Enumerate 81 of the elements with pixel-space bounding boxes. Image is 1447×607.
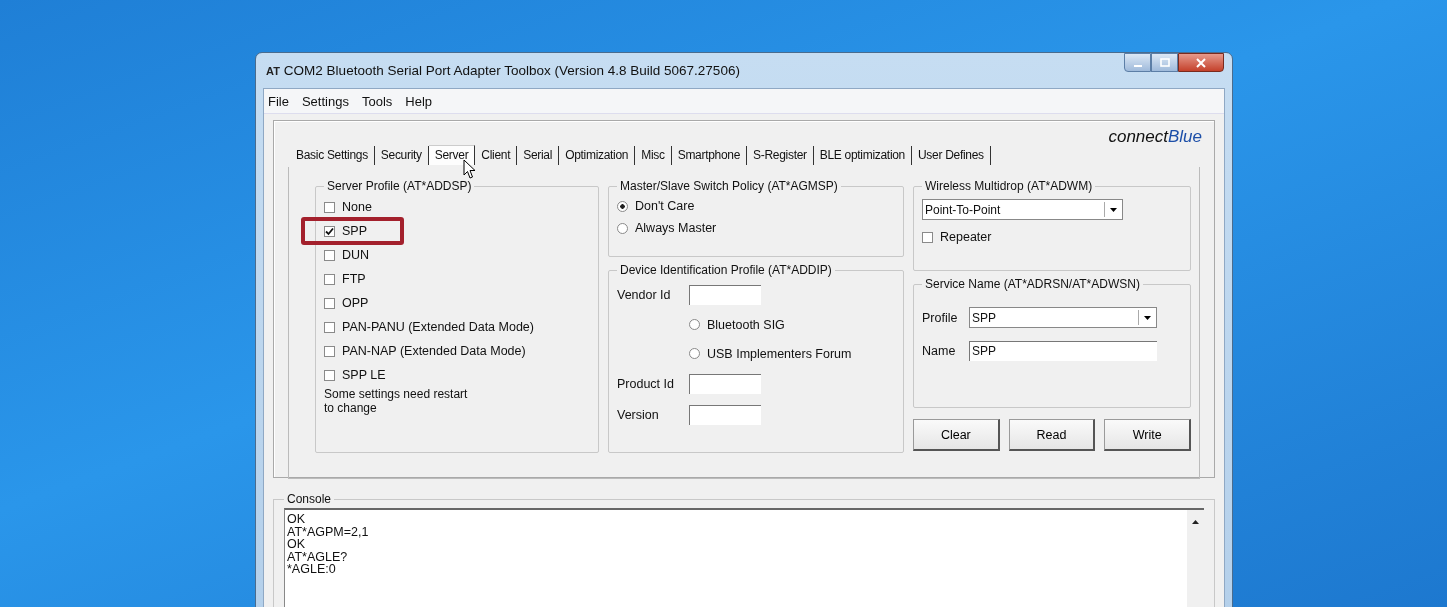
dropdown-arrow-icon — [1109, 207, 1117, 212]
checkbox[interactable] — [324, 225, 335, 237]
product-id-field[interactable] — [689, 373, 761, 394]
console-line: AT*AGLE? — [287, 550, 349, 563]
menu-item[interactable]: File — [268, 93, 289, 109]
group-title: Console — [286, 492, 333, 506]
action-button[interactable]: Clear — [913, 419, 1000, 451]
group-title: Service Name (AT*ADRSN/AT*ADWSN) — [924, 277, 1141, 291]
maximize-button[interactable] — [1151, 53, 1178, 72]
checkbox-label: SPP — [342, 224, 367, 238]
tab[interactable]: Client — [475, 146, 518, 165]
checkbox-label: DUN — [342, 248, 370, 262]
window-title: COM2 Bluetooth Serial Port Adapter Toolbox (Version 4.8 Build 5067.27506) — [283, 63, 740, 78]
radio-label: Bluetooth SIG — [707, 317, 785, 332]
console-line: *AGLE:0 — [287, 563, 337, 576]
app-icon: AT — [266, 64, 280, 77]
group-title: Device Identification Profile (AT*ADDIP) — [619, 263, 833, 277]
checkbox[interactable] — [324, 369, 335, 381]
dropdown-arrow-icon — [1143, 315, 1151, 320]
brand-logo: connectBlue — [1108, 127, 1202, 147]
field-label: Version — [617, 407, 660, 422]
checkbox-label: PAN-PANU (Extended Data Mode) — [342, 320, 534, 334]
radio-label: Always Master — [635, 221, 717, 235]
tab[interactable]: Serial — [517, 146, 560, 165]
field-label: Name — [922, 343, 957, 358]
checkbox-label: OPP — [342, 296, 369, 310]
checkbox-label: None — [342, 200, 372, 214]
close-button[interactable] — [1178, 53, 1224, 72]
radio-label: USB Implementers Forum — [707, 346, 852, 361]
menu-item[interactable]: Help — [405, 93, 433, 109]
checkbox[interactable] — [922, 231, 933, 243]
vendor-id-field[interactable] — [689, 284, 761, 305]
field-label: Product Id — [617, 376, 675, 391]
minimize-button[interactable] — [1124, 53, 1151, 72]
checkbox-label: FTP — [342, 272, 366, 286]
checkbox-label: Repeater — [940, 230, 992, 244]
console-line: OK — [287, 513, 307, 526]
tab[interactable]: Basic Settings — [290, 146, 375, 165]
radio-button[interactable] — [689, 348, 700, 359]
radio-button[interactable] — [617, 222, 628, 234]
checkbox[interactable] — [324, 297, 335, 309]
version-field[interactable] — [689, 404, 761, 425]
checkbox-label: SPP LE — [342, 368, 386, 382]
group-title: Master/Slave Switch Policy (AT*AGMSP) — [619, 179, 839, 193]
field-label: Vendor Id — [617, 287, 672, 302]
checkbox[interactable] — [324, 273, 335, 285]
group-title: Wireless Multidrop (AT*ADWM) — [924, 179, 1094, 193]
menu-item[interactable]: Settings — [301, 93, 349, 109]
checkbox[interactable] — [324, 249, 335, 261]
tab[interactable]: Server — [428, 145, 476, 165]
maximize-icon — [1158, 57, 1171, 68]
radio-button[interactable] — [617, 200, 628, 212]
menu-item[interactable]: Tools — [361, 93, 393, 109]
tab[interactable]: S-Register — [747, 146, 814, 165]
tab[interactable]: User Defines — [912, 146, 991, 165]
tab[interactable]: Smartphone — [671, 146, 748, 165]
action-button[interactable]: Read — [1008, 419, 1096, 451]
checkbox[interactable] — [324, 201, 335, 213]
name-field[interactable]: SPP — [969, 340, 1157, 361]
minimize-icon — [1133, 64, 1142, 67]
profile-dropdown[interactable]: SPP — [969, 307, 1157, 328]
tab[interactable]: BLE optimization — [813, 146, 912, 165]
tab[interactable]: Security — [374, 146, 429, 165]
tab[interactable]: Optimization — [559, 146, 636, 165]
tab[interactable]: Misc — [635, 146, 672, 165]
checkbox[interactable] — [324, 345, 335, 357]
console-line: AT*AGPM=2,1 — [287, 525, 370, 538]
field-label: Profile — [922, 310, 959, 325]
close-icon — [1195, 57, 1207, 68]
scroll-up-arrow-icon — [1192, 520, 1199, 524]
checkbox-label: PAN-NAP (Extended Data Mode) — [342, 344, 526, 358]
radio-button[interactable] — [689, 319, 700, 330]
restart-note: Some settings need restart to change — [324, 387, 469, 415]
group-title: Server Profile (AT*ADDSP) — [326, 179, 473, 193]
mode-dropdown[interactable]: Point-To-Point — [922, 199, 1123, 220]
checkbox[interactable] — [324, 321, 335, 333]
scrollbar[interactable] — [1187, 510, 1204, 607]
console-line: OK — [287, 538, 306, 551]
mouse-pointer-icon — [463, 159, 476, 179]
action-button[interactable]: Write — [1104, 419, 1191, 451]
radio-label: Don't Care — [635, 199, 695, 213]
